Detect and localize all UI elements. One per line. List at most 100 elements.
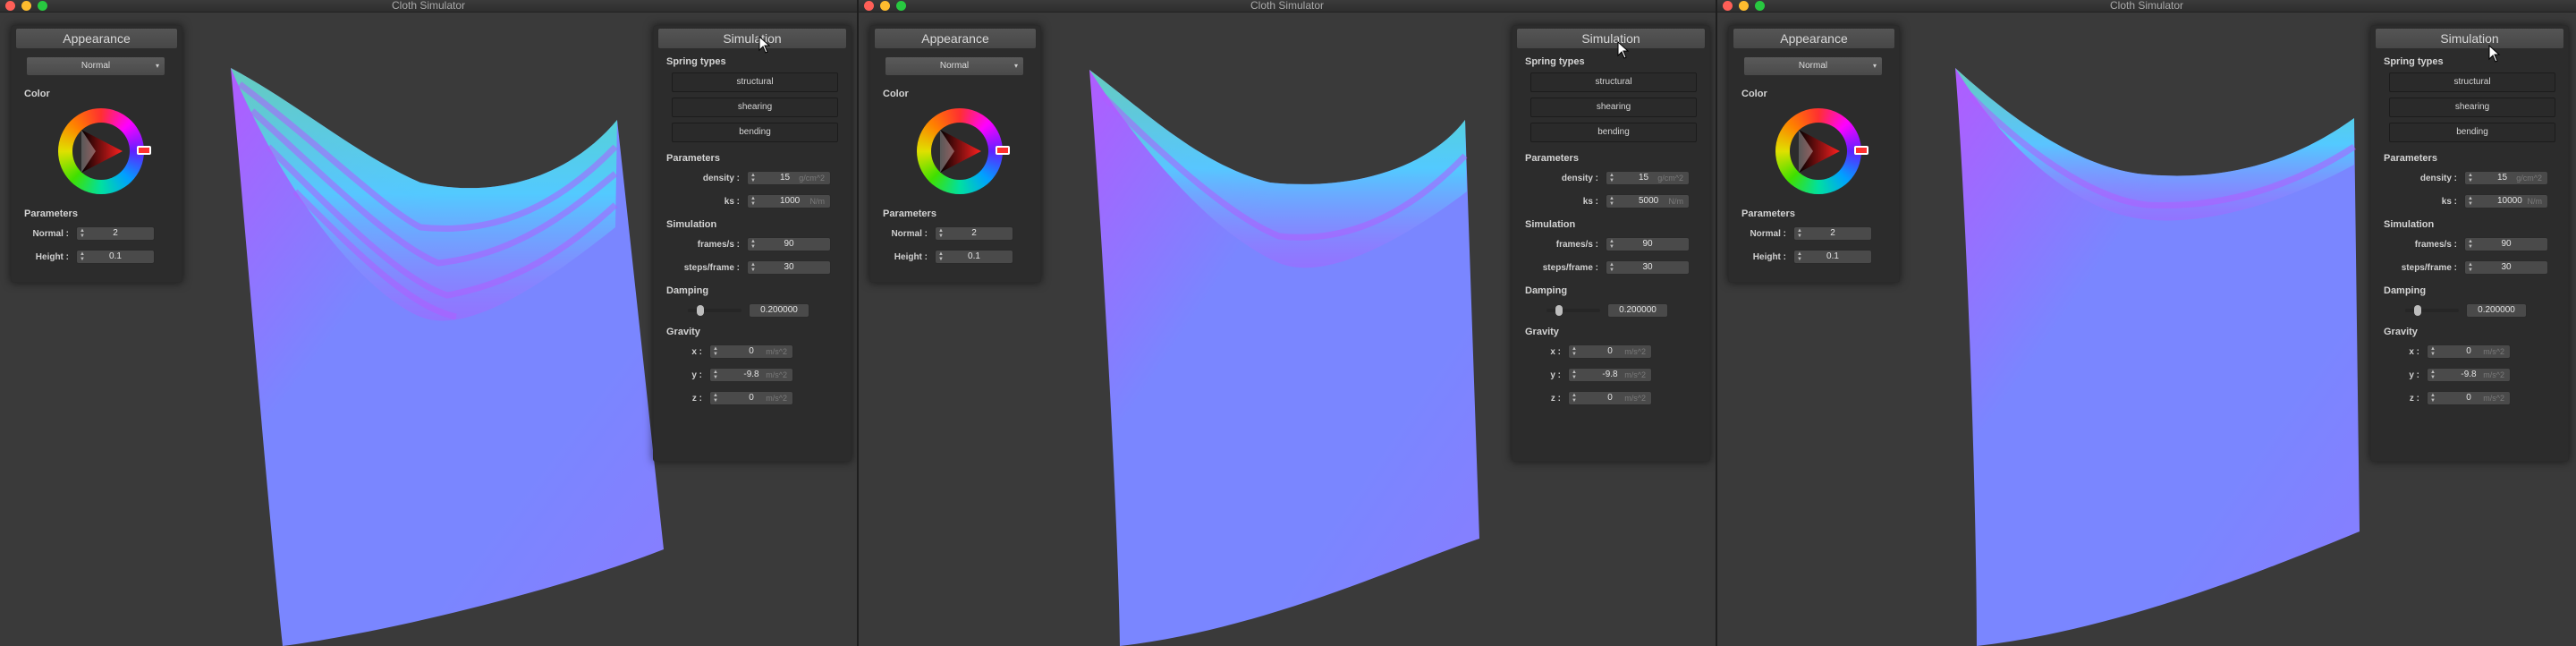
steps-label: steps/frame : — [2401, 262, 2457, 273]
shearing-spring-toggle[interactable]: shearing — [2389, 98, 2555, 117]
structural-spring-toggle[interactable]: structural — [2389, 72, 2555, 92]
density-input[interactable]: ▲ ▼ 15 g/cm^2 — [2464, 171, 2548, 185]
saturation-value-triangle[interactable] — [1793, 126, 1843, 176]
bending-spring-toggle[interactable]: bending — [672, 123, 838, 142]
saturation-value-triangle[interactable] — [935, 126, 985, 176]
normal-label: Normal : — [32, 228, 69, 239]
appearance-panel-header[interactable]: Appearance — [1733, 28, 1895, 49]
simulation-parameters-title: Parameters — [2384, 153, 2437, 164]
ks-input[interactable]: ▲ ▼ 1000 N/m — [747, 194, 831, 208]
density-unit: g/cm^2 — [1657, 174, 1683, 183]
simulation-panel-header[interactable]: Simulation — [657, 28, 847, 49]
normal-input[interactable]: ▲ ▼ 2 — [935, 226, 1013, 241]
title-bar[interactable]: Cloth Simulator — [1717, 0, 2576, 13]
gravity-y-input[interactable]: ▲ ▼ -9.8 m/s^2 — [709, 368, 793, 382]
steps-input[interactable]: ▲ ▼ 30 — [2464, 260, 2548, 275]
gravity-x-input[interactable]: ▲ ▼ 0 m/s^2 — [1568, 344, 1652, 359]
window-title: Cloth Simulator — [391, 0, 466, 12]
appearance-panel-header[interactable]: Appearance — [874, 28, 1037, 49]
shearing-spring-toggle[interactable]: shearing — [672, 98, 838, 117]
normal-input[interactable]: ▲ ▼ 2 — [1793, 226, 1872, 241]
spinner-icon[interactable]: ▲ ▼ — [2468, 173, 2473, 183]
gravity-z-label: z : — [1550, 393, 1561, 404]
appearance-panel: Appearance Normal ▾ Color Parameters Nor… — [11, 25, 182, 283]
gravity-z-unit: m/s^2 — [2483, 394, 2504, 403]
gravity-x-input[interactable]: ▲ ▼ 0 m/s^2 — [2427, 344, 2511, 359]
height-input[interactable]: ▲ ▼ 0.1 — [76, 250, 155, 264]
normal-value: 2 — [113, 228, 118, 238]
gravity-z-input[interactable]: ▲ ▼ 0 m/s^2 — [1568, 391, 1652, 405]
shading-mode-dropdown[interactable]: Normal ▾ — [885, 56, 1024, 76]
spinner-icon[interactable]: ▲ ▼ — [750, 173, 756, 183]
normal-input[interactable]: ▲ ▼ 2 — [76, 226, 155, 241]
appearance-parameters-title: Parameters — [883, 208, 936, 219]
height-input[interactable]: ▲ ▼ 0.1 — [935, 250, 1013, 264]
hue-marker[interactable] — [996, 146, 1010, 155]
shearing-spring-toggle[interactable]: shearing — [1530, 98, 1697, 117]
steps-input[interactable]: ▲ ▼ 30 — [747, 260, 831, 275]
spinner-icon[interactable]: ▲ ▼ — [1609, 173, 1614, 183]
fps-input[interactable]: ▲ ▼ 90 — [1606, 237, 1690, 251]
density-input[interactable]: ▲ ▼ 15 g/cm^2 — [1606, 171, 1690, 185]
structural-spring-toggle[interactable]: structural — [1530, 72, 1697, 92]
gravity-y-input[interactable]: ▲ ▼ -9.8 m/s^2 — [2427, 368, 2511, 382]
dropdown-arrow-icon: ▾ — [155, 62, 159, 70]
steps-value: 30 — [784, 262, 794, 272]
density-input[interactable]: ▲ ▼ 15 g/cm^2 — [747, 171, 831, 185]
gravity-x-input[interactable]: ▲ ▼ 0 m/s^2 — [709, 344, 793, 359]
simulation-panel-header[interactable]: Simulation — [1516, 28, 1706, 49]
shading-mode-dropdown[interactable]: Normal ▾ — [26, 56, 165, 76]
color-wheel-picker[interactable] — [917, 108, 1010, 194]
damping-value: 0.200000 — [2478, 305, 2515, 315]
damping-slider[interactable] — [2405, 305, 2459, 316]
bending-spring-toggle[interactable]: bending — [2389, 123, 2555, 142]
title-bar[interactable]: Cloth Simulator — [859, 0, 1716, 13]
density-row: density : ▲ ▼ 15 g/cm^2 — [1513, 169, 1709, 187]
spinner-icon[interactable]: ▲ ▼ — [1609, 196, 1614, 207]
simulation-rate-title: Simulation — [2384, 219, 2435, 230]
structural-spring-toggle[interactable]: structural — [672, 72, 838, 92]
gravity-z-unit: m/s^2 — [766, 394, 787, 403]
color-section-title: Color — [1741, 89, 1767, 99]
color-section-title: Color — [883, 89, 909, 99]
simulation-panel: Simulation Spring types structural shear… — [1512, 25, 1710, 462]
color-wheel-picker[interactable] — [58, 108, 151, 194]
steps-input[interactable]: ▲ ▼ 30 — [1606, 260, 1690, 275]
title-bar[interactable]: Cloth Simulator — [0, 0, 857, 13]
spinner-icon[interactable]: ▲ ▼ — [2468, 196, 2473, 207]
damping-input[interactable]: 0.200000 — [2466, 303, 2527, 318]
appearance-panel-header[interactable]: Appearance — [15, 28, 178, 49]
dropdown-arrow-icon: ▾ — [1013, 62, 1018, 70]
saturation-value-triangle[interactable] — [76, 126, 126, 176]
damping-input[interactable]: 0.200000 — [1607, 303, 1668, 318]
window-strip: Cloth Simulator Appearance Normal ▾ Colo… — [0, 0, 2576, 646]
spinner-icon[interactable]: ▲ ▼ — [750, 196, 756, 207]
fps-row: frames/s : ▲ ▼ 90 — [1513, 235, 1709, 253]
height-input[interactable]: ▲ ▼ 0.1 — [1793, 250, 1872, 264]
fps-input[interactable]: ▲ ▼ 90 — [747, 237, 831, 251]
cloth-simulator-window: Cloth Simulator Appearance Normal ▾ Colo… — [859, 0, 1717, 646]
damping-slider-handle[interactable] — [2414, 305, 2422, 316]
hue-marker[interactable] — [1854, 146, 1868, 155]
shading-mode-dropdown[interactable]: Normal ▾ — [1743, 56, 1883, 76]
damping-input[interactable]: 0.200000 — [749, 303, 809, 318]
color-wheel-picker[interactable] — [1775, 108, 1868, 194]
fps-input[interactable]: ▲ ▼ 90 — [2464, 237, 2548, 251]
gravity-y-input[interactable]: ▲ ▼ -9.8 m/s^2 — [1568, 368, 1652, 382]
bending-spring-toggle[interactable]: bending — [1530, 123, 1697, 142]
ks-input[interactable]: ▲ ▼ 5000 N/m — [1606, 194, 1690, 208]
damping-slider-handle[interactable] — [697, 305, 705, 316]
simulation-panel-header[interactable]: Simulation — [2375, 28, 2564, 49]
gravity-z-input[interactable]: ▲ ▼ 0 m/s^2 — [2427, 391, 2511, 405]
damping-slider-handle[interactable] — [1555, 305, 1563, 316]
fps-row: frames/s : ▲ ▼ 90 — [654, 235, 851, 253]
height-label: Height : — [894, 251, 928, 262]
damping-slider[interactable] — [688, 305, 741, 316]
damping-title: Damping — [666, 285, 709, 296]
gravity-x-label: x : — [2409, 346, 2419, 357]
damping-value: 0.200000 — [760, 305, 798, 315]
damping-slider[interactable] — [1546, 305, 1600, 316]
gravity-z-input[interactable]: ▲ ▼ 0 m/s^2 — [709, 391, 793, 405]
ks-input[interactable]: ▲ ▼ 10000 N/m — [2464, 194, 2548, 208]
hue-marker[interactable] — [137, 146, 151, 155]
